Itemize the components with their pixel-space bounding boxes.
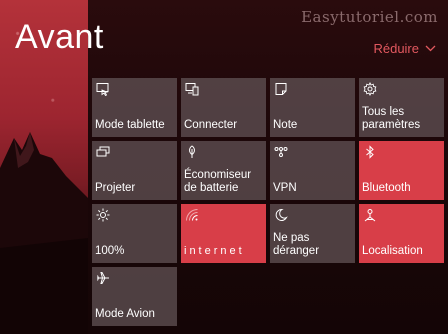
tile-airplane-mode[interactable]: Mode Avion (92, 267, 177, 326)
tile-label: VPN (273, 182, 297, 194)
tile-all-settings[interactable]: Tous les paramètres (359, 78, 444, 137)
page-title: Avant (15, 18, 104, 56)
connect-icon (185, 82, 199, 96)
tile-quiet-hours[interactable]: Ne pas déranger (270, 204, 355, 263)
note-icon (274, 82, 288, 96)
tile-tablet-mode[interactable]: Mode tablette (92, 78, 177, 137)
mountain-silhouette (0, 132, 88, 334)
tile-label: Mode Avion (95, 308, 155, 320)
gear-icon (363, 82, 377, 96)
tile-label: Tous les paramètres (362, 106, 421, 131)
watermark: Easytutoriel.com (301, 8, 438, 26)
brightness-icon (96, 208, 110, 222)
chevron-down-icon (425, 45, 436, 52)
collapse-label: Réduire (373, 41, 419, 56)
screen: Avant Easytutoriel.com Réduire Mode tabl… (0, 0, 448, 334)
bluetooth-icon (363, 145, 377, 159)
tile-label: Projeter (95, 182, 136, 194)
collapse-button[interactable]: Réduire (373, 41, 436, 56)
tile-label: Localisation (362, 245, 423, 257)
tile-note[interactable]: Note (270, 78, 355, 137)
quick-actions-grid: Mode tablette Connecter Note Tous les pa… (92, 78, 446, 326)
tile-location[interactable]: Localisation (359, 204, 444, 263)
tile-label: internet (184, 245, 245, 257)
tile-brightness[interactable]: 100% (92, 204, 177, 263)
action-center-panel: Easytutoriel.com Réduire Mode tablette C… (88, 0, 448, 334)
tile-battery-saver[interactable]: Économiseur de batterie (181, 141, 266, 200)
location-icon (363, 208, 377, 222)
tile-label: Bluetooth (362, 182, 411, 194)
vpn-icon (274, 145, 288, 159)
tile-label: Mode tablette (95, 119, 165, 131)
tile-vpn[interactable]: VPN (270, 141, 355, 200)
tile-label: Connecter (184, 119, 238, 131)
tile-label: Note (273, 119, 298, 131)
battery-saver-icon (185, 145, 199, 159)
project-icon (96, 145, 110, 159)
tile-label: Économiseur de batterie (184, 169, 252, 194)
airplane-icon (96, 271, 110, 285)
tile-label: 100% (95, 245, 125, 257)
wifi-icon (185, 208, 199, 222)
tablet-mode-icon (96, 82, 110, 96)
tile-network[interactable]: internet (181, 204, 266, 263)
tile-label: Ne pas déranger (273, 232, 320, 257)
tile-project[interactable]: Projeter (92, 141, 177, 200)
tile-bluetooth[interactable]: Bluetooth (359, 141, 444, 200)
moon-icon (274, 208, 288, 222)
tile-connect[interactable]: Connecter (181, 78, 266, 137)
